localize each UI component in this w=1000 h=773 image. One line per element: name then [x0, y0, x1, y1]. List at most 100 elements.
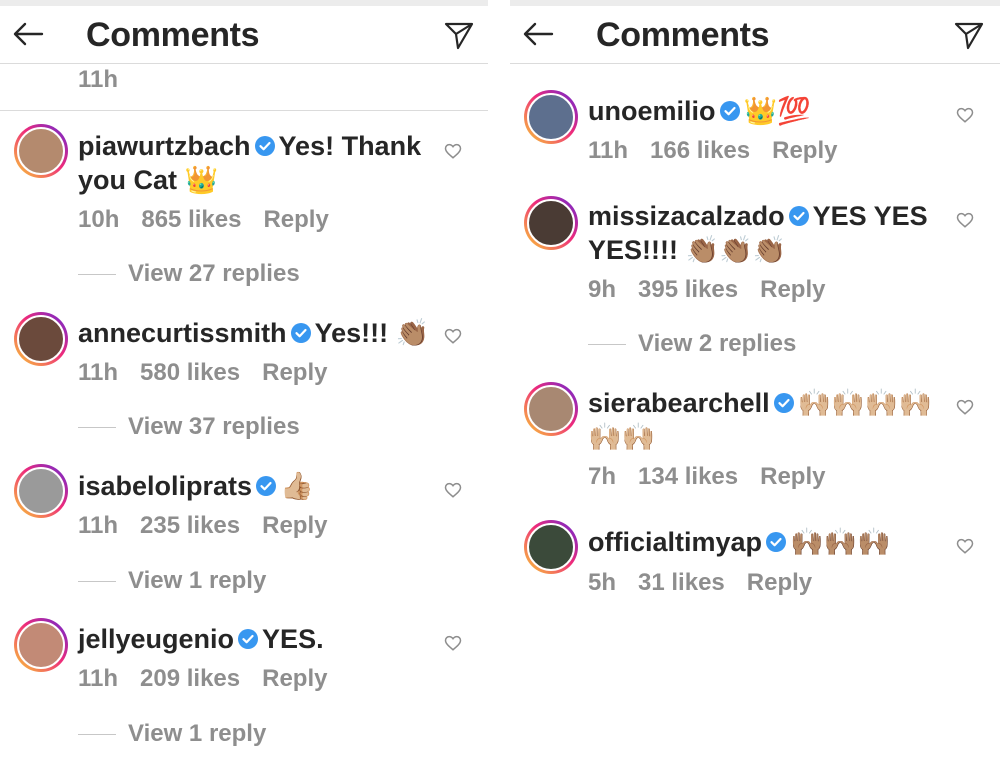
avatar[interactable] — [14, 312, 68, 366]
avatar[interactable] — [14, 124, 68, 178]
comment-text: 👍🏼 — [280, 471, 314, 501]
reply-button[interactable]: Reply — [262, 512, 327, 539]
comments-screen-right: Comments unoemilio 👑💯 11h 166 likes Reply m… — [510, 0, 1000, 773]
reply-button[interactable]: Reply — [747, 569, 812, 596]
view-replies-button[interactable]: View 1 reply — [78, 567, 266, 595]
comment-username[interactable]: isabeloliprats — [78, 471, 252, 501]
comments-header: Comments — [0, 6, 488, 64]
comment-body: officialtimyap 🙌🏽🙌🏽🙌🏽 — [588, 525, 944, 559]
view-replies-button[interactable]: View 2 replies — [588, 330, 796, 358]
comment-body: isabeloliprats 👍🏼 — [78, 469, 432, 503]
comment-text: Yes!!! 👏🏽 — [314, 318, 430, 348]
comment-time: 11h — [78, 359, 119, 386]
view-replies-label: View 27 replies — [128, 260, 300, 287]
paper-plane-icon[interactable] — [954, 20, 984, 50]
comment-username[interactable]: sierabearchell — [588, 388, 770, 418]
comment-time: 11h — [78, 665, 119, 692]
like-count[interactable]: 166 likes — [650, 137, 750, 164]
view-replies-label: View 2 replies — [638, 330, 797, 357]
like-heart-icon[interactable] — [956, 211, 974, 229]
avatar[interactable] — [14, 618, 68, 672]
like-count[interactable]: 134 likes — [638, 463, 738, 490]
comment-username[interactable]: piawurtzbach — [78, 131, 251, 161]
view-replies-label: View 1 reply — [128, 720, 267, 747]
comment-meta: 11h 209 likes Reply — [78, 665, 349, 693]
comment-body: piawurtzbach Yes! Thank you Cat 👑 — [78, 129, 432, 197]
reply-button[interactable]: Reply — [772, 137, 837, 164]
comment-meta: 9h 395 likes Reply — [588, 276, 847, 304]
avatar[interactable] — [524, 382, 578, 436]
like-count[interactable]: 580 likes — [140, 359, 240, 386]
replies-line — [78, 427, 116, 429]
avatar[interactable] — [524, 196, 578, 250]
reply-button[interactable]: Reply — [263, 206, 328, 233]
verified-badge-icon — [773, 392, 794, 413]
view-replies-button[interactable]: View 37 replies — [78, 413, 300, 441]
view-replies-label: View 37 replies — [128, 413, 300, 440]
page-title: Comments — [86, 16, 260, 54]
comment-body: sierabearchell 🙌🏼🙌🏼🙌🏼🙌🏼🙌🏼🙌🏼 — [588, 386, 944, 454]
comment-body: unoemilio 👑💯 — [588, 94, 944, 128]
like-heart-icon[interactable] — [956, 398, 974, 416]
view-replies-button[interactable]: View 27 replies — [78, 260, 300, 288]
comment-time: 7h — [588, 463, 617, 490]
comment-meta: 11h 580 likes Reply — [78, 359, 349, 387]
comment-time: 11h — [78, 66, 119, 93]
verified-badge-icon — [766, 531, 787, 552]
verified-badge-icon — [238, 628, 259, 649]
like-heart-icon[interactable] — [444, 634, 462, 652]
replies-line — [78, 274, 116, 276]
comment-meta: 7h 134 likes Reply — [588, 463, 847, 491]
comment-body: missizacalzado YES YES YES!!!! 👏🏽👏🏽👏🏽 — [588, 199, 944, 267]
reply-button[interactable]: Reply — [262, 665, 327, 692]
avatar[interactable] — [524, 520, 578, 574]
comment-body: jellyeugenio YES. — [78, 622, 432, 656]
avatar[interactable] — [524, 90, 578, 144]
like-heart-icon[interactable] — [444, 142, 462, 160]
comment-text: 🙌🏽🙌🏽🙌🏽 — [790, 527, 891, 557]
view-replies-button[interactable]: View 1 reply — [78, 720, 266, 748]
replies-line — [588, 344, 626, 346]
comment-meta: 11h 166 likes Reply — [588, 137, 859, 165]
reply-button[interactable]: Reply — [760, 276, 825, 303]
like-heart-icon[interactable] — [444, 327, 462, 345]
verified-badge-icon — [719, 100, 740, 121]
comment-username[interactable]: missizacalzado — [588, 201, 785, 231]
panel-gap — [488, 0, 510, 773]
back-arrow-icon[interactable] — [12, 20, 44, 48]
comment-time: 11h — [588, 137, 629, 164]
verified-badge-icon — [290, 322, 311, 343]
comment-time: 9h — [588, 276, 617, 303]
comment-time: 11h — [78, 512, 119, 539]
reply-button[interactable]: Reply — [760, 463, 825, 490]
verified-badge-icon — [788, 205, 809, 226]
reply-button[interactable]: Reply — [262, 359, 327, 386]
comment-meta: 5h 31 likes Reply — [588, 569, 834, 597]
comment-username[interactable]: unoemilio — [588, 96, 716, 126]
like-count[interactable]: 865 likes — [141, 206, 241, 233]
like-count[interactable]: 209 likes — [140, 665, 240, 692]
comments-screen-left: Comments 11h piawurtzbach Yes! Thank you … — [0, 0, 488, 773]
comment-username[interactable]: officialtimyap — [588, 527, 762, 557]
comment-username[interactable]: annecurtissmith — [78, 318, 287, 348]
comment-body: annecurtissmith Yes!!! 👏🏽 — [78, 316, 432, 350]
like-heart-icon[interactable] — [444, 481, 462, 499]
comments-header: Comments — [510, 6, 1000, 64]
back-arrow-icon[interactable] — [522, 20, 554, 48]
comment-meta: 10h 865 likes Reply — [78, 206, 351, 234]
verified-badge-icon — [256, 475, 277, 496]
like-count[interactable]: 235 likes — [140, 512, 240, 539]
page-title: Comments — [596, 16, 770, 54]
comment-text: YES. — [262, 624, 324, 654]
like-count[interactable]: 395 likes — [638, 276, 738, 303]
comment-time: 5h — [588, 569, 617, 596]
paper-plane-icon[interactable] — [444, 20, 474, 50]
like-heart-icon[interactable] — [956, 106, 974, 124]
verified-badge-icon — [254, 135, 275, 156]
like-count[interactable]: 31 likes — [638, 569, 725, 596]
like-heart-icon[interactable] — [956, 537, 974, 555]
avatar[interactable] — [14, 464, 68, 518]
replies-line — [78, 734, 116, 736]
comment-username[interactable]: jellyeugenio — [78, 624, 234, 654]
divider — [0, 110, 488, 111]
